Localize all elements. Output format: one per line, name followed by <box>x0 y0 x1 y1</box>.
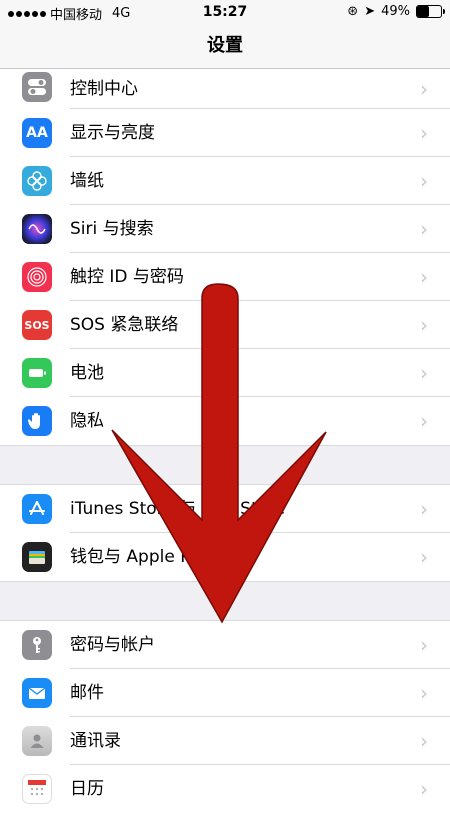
row-label: 墙纸 <box>70 171 104 191</box>
display-brightness-icon: AA <box>22 118 52 148</box>
chevron-right-icon: › <box>420 545 428 569</box>
chevron-right-icon: › <box>420 265 428 289</box>
settings-row-control-center[interactable]: 控制中心 › <box>0 69 450 109</box>
row-label: 通讯录 <box>70 731 121 751</box>
status-bar: 中国移动 4G 15:27 ⊛ ➤ 49% <box>0 0 450 24</box>
chevron-right-icon: › <box>420 313 428 337</box>
settings-list[interactable]: 控制中心 › AA 显示与亮度 › 墙纸 › Siri 与搜索 › 触控 ID … <box>0 69 450 813</box>
settings-row-wallpaper[interactable]: 墙纸 › <box>0 157 450 205</box>
settings-row-mail[interactable]: 邮件 › <box>0 669 450 717</box>
chevron-right-icon: › <box>420 361 428 385</box>
wallet-icon <box>22 542 52 572</box>
privacy-hand-icon <box>22 406 52 436</box>
row-label: 显示与亮度 <box>70 123 155 143</box>
settings-row-app-store[interactable]: iTunes Store 与 App Store › <box>0 485 450 533</box>
settings-row-passwords[interactable]: 密码与帐户 › <box>0 621 450 669</box>
chevron-right-icon: › <box>420 77 428 101</box>
row-label: 钱包与 Apple Pay <box>70 547 211 567</box>
chevron-right-icon: › <box>420 121 428 145</box>
battery-percent: 49% <box>381 4 410 19</box>
row-label: 触控 ID 与密码 <box>70 267 184 287</box>
mail-icon <box>22 678 52 708</box>
touch-id-icon <box>22 262 52 292</box>
row-label: SOS 紧急联络 <box>70 315 179 335</box>
chevron-right-icon: › <box>420 169 428 193</box>
settings-row-sos[interactable]: SOS SOS 紧急联络 › <box>0 301 450 349</box>
chevron-right-icon: › <box>420 217 428 241</box>
chevron-right-icon: › <box>420 409 428 433</box>
row-label: iTunes Store 与 App Store <box>70 499 286 519</box>
page-title: 设置 <box>207 35 243 56</box>
contacts-icon <box>22 726 52 756</box>
settings-row-display[interactable]: AA 显示与亮度 › <box>0 109 450 157</box>
battery-icon <box>416 5 445 18</box>
control-center-icon <box>22 72 52 102</box>
row-label: 隐私 <box>70 411 104 431</box>
settings-group-3: 密码与帐户 › 邮件 › 通讯录 › 日历 › <box>0 621 450 813</box>
settings-row-siri[interactable]: Siri 与搜索 › <box>0 205 450 253</box>
chevron-right-icon: › <box>420 497 428 521</box>
settings-group-2: iTunes Store 与 App Store › 钱包与 Apple Pay… <box>0 485 450 581</box>
settings-group-1: 控制中心 › AA 显示与亮度 › 墙纸 › Siri 与搜索 › 触控 ID … <box>0 69 450 445</box>
settings-row-wallet[interactable]: 钱包与 Apple Pay › <box>0 533 450 581</box>
section-gap <box>0 581 450 621</box>
row-label: Siri 与搜索 <box>70 219 154 239</box>
sos-icon: SOS <box>22 310 52 340</box>
settings-row-battery[interactable]: 电池 › <box>0 349 450 397</box>
navigation-bar: 设置 <box>0 24 450 69</box>
battery-icon <box>22 358 52 388</box>
chevron-right-icon: › <box>420 681 428 705</box>
rotation-lock-icon: ⊛ <box>347 4 359 19</box>
status-right: ⊛ ➤ 49% <box>347 4 445 19</box>
section-gap <box>0 445 450 485</box>
chevron-right-icon: › <box>420 777 428 801</box>
settings-row-touch-id[interactable]: 触控 ID 与密码 › <box>0 253 450 301</box>
chevron-right-icon: › <box>420 729 428 753</box>
key-icon <box>22 630 52 660</box>
location-icon: ➤ <box>364 4 376 19</box>
row-label: 密码与帐户 <box>70 635 155 655</box>
settings-row-privacy[interactable]: 隐私 › <box>0 397 450 445</box>
settings-row-calendar[interactable]: 日历 › <box>0 765 450 813</box>
row-label: 控制中心 <box>70 79 138 99</box>
siri-icon <box>22 214 52 244</box>
settings-row-contacts[interactable]: 通讯录 › <box>0 717 450 765</box>
row-label: 邮件 <box>70 683 104 703</box>
row-label: 电池 <box>70 363 104 383</box>
app-store-icon <box>22 494 52 524</box>
row-label: 日历 <box>70 779 104 799</box>
chevron-right-icon: › <box>420 633 428 657</box>
wallpaper-icon <box>22 166 52 196</box>
